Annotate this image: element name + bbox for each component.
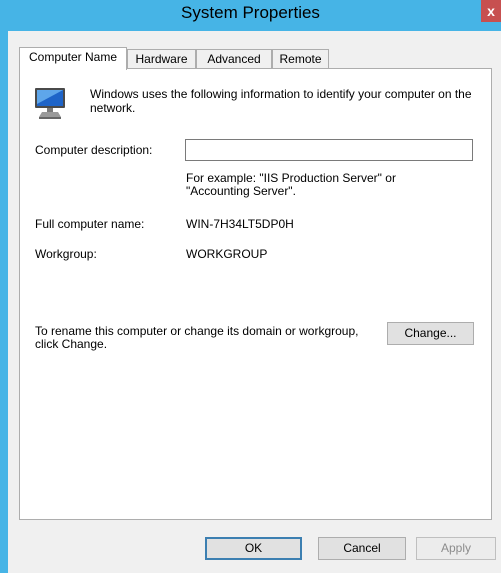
apply-button[interactable]: Apply [416,537,496,560]
computer-icon [35,88,65,119]
cancel-button[interactable]: Cancel [318,537,406,560]
workgroup-value: WORKGROUP [186,247,268,261]
dialog-client-area: Computer Name Hardware Advanced Remote W… [8,31,501,573]
full-computer-name-label: Full computer name: [35,217,145,231]
example-text: For example: "IIS Production Server" or … [186,171,396,198]
computer-name-panel: Windows uses the following information t… [19,68,492,520]
close-icon: x [487,3,495,19]
change-button[interactable]: Change... [387,322,474,345]
system-properties-window: System Properties x Computer Name Hardwa… [0,0,501,573]
rename-instructions: To rename this computer or change its do… [35,324,359,351]
tab-computer-name[interactable]: Computer Name [19,47,127,70]
ok-button[interactable]: OK [205,537,302,560]
tab-hardware[interactable]: Hardware [127,49,196,69]
tab-remote[interactable]: Remote [272,49,329,69]
title-bar[interactable]: System Properties x [0,0,501,31]
computer-description-label: Computer description: [35,143,153,157]
tab-advanced[interactable]: Advanced [196,49,272,69]
computer-description-input[interactable] [185,139,473,161]
workgroup-label: Workgroup: [35,247,97,261]
close-button[interactable]: x [481,0,501,22]
intro-text: Windows uses the following information t… [90,87,472,115]
window-title: System Properties [181,3,320,22]
full-computer-name-value: WIN-7H34LT5DP0H [186,217,294,231]
